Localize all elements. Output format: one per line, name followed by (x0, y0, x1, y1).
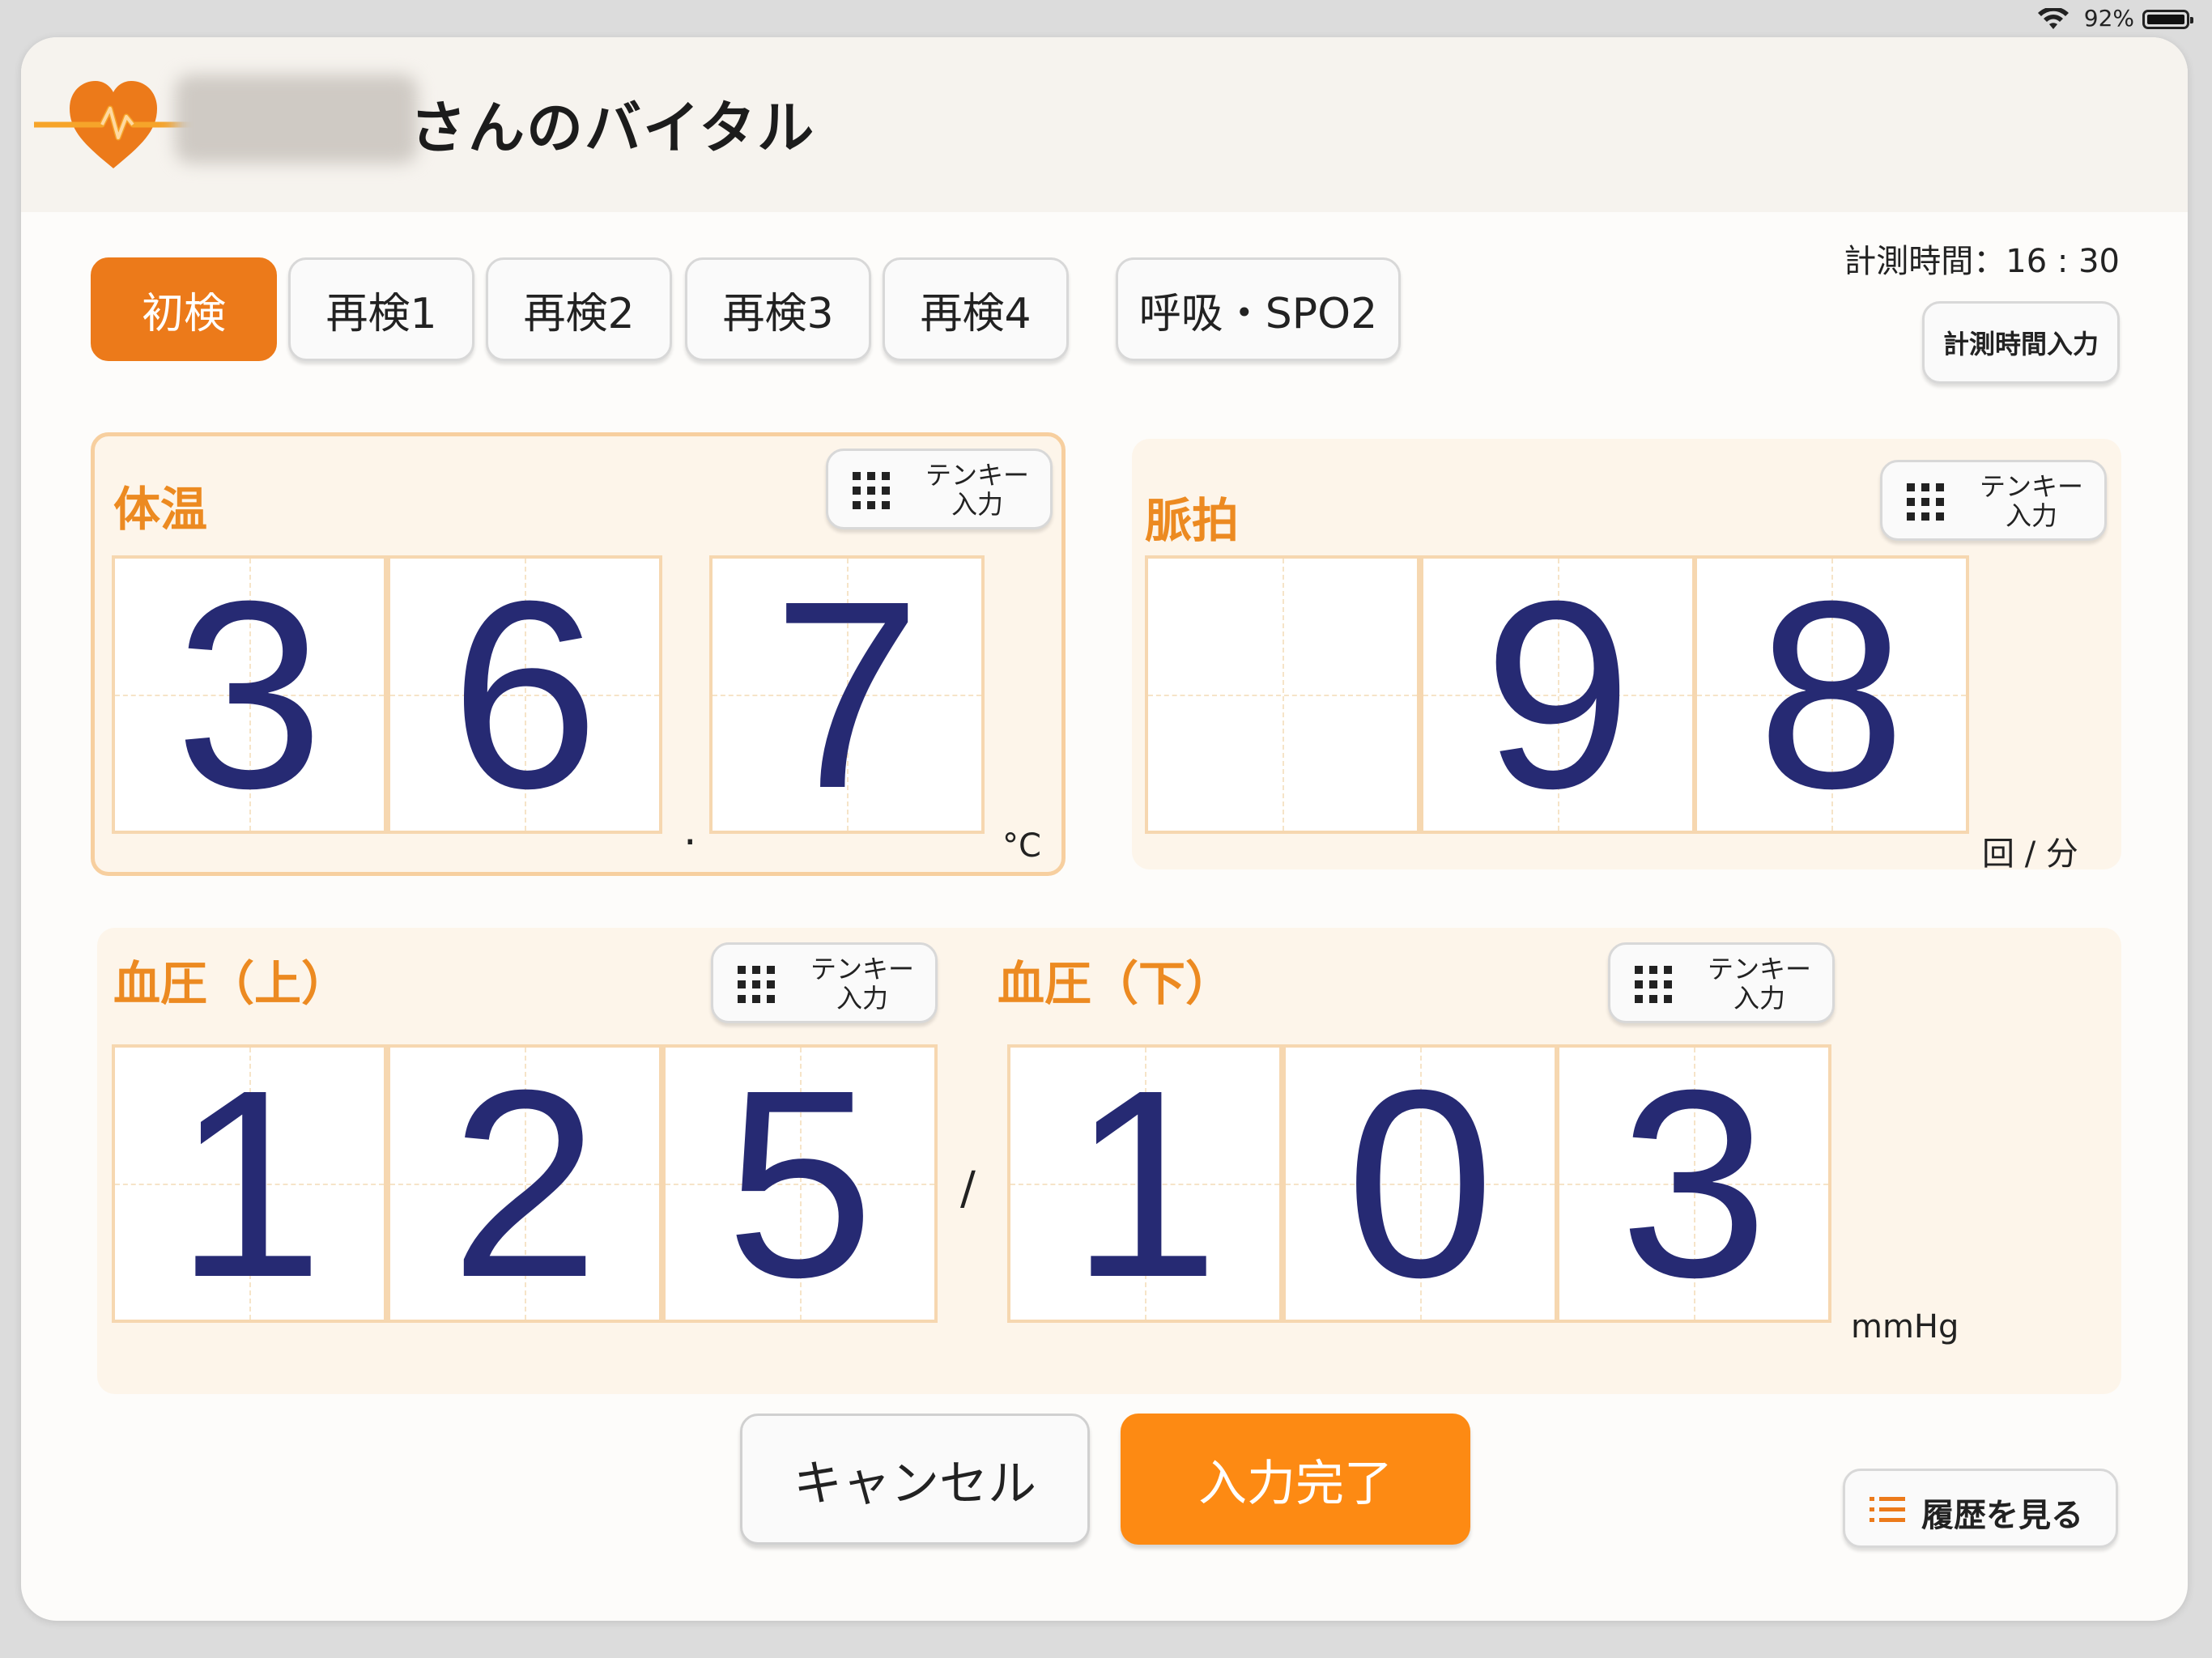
bp-upper-tenkey-button[interactable]: テンキー 入力 (711, 942, 938, 1023)
heart-pulse-icon (34, 81, 194, 168)
tab-recheck-3[interactable]: 再検3 (685, 257, 871, 361)
tab-recheck-2[interactable]: 再検2 (486, 257, 672, 361)
bp-upper-label: 血圧（上） (113, 956, 349, 1011)
bp-upper-digit-1[interactable]: 1 (112, 1044, 387, 1323)
keypad-icon (853, 472, 890, 509)
bp-lower-digit-3[interactable]: 3 (1556, 1044, 1831, 1323)
battery-icon (2142, 10, 2193, 29)
tenkey-label: テンキー 入力 (810, 954, 914, 1014)
bp-lower-label: 血圧（下） (998, 956, 1233, 1011)
tab-recheck-1[interactable]: 再検1 (288, 257, 474, 361)
pulse-digit-2[interactable]: 9 (1420, 555, 1695, 834)
tab-recheck-4[interactable]: 再検4 (883, 257, 1069, 361)
wifi-icon (2038, 8, 2069, 29)
patient-name-blurred (175, 74, 418, 164)
bp-upper-digit-2[interactable]: 2 (387, 1044, 662, 1323)
view-history-label: 履歴を見る (1921, 1497, 2083, 1534)
tab-respiration-spo2[interactable]: 呼吸・SPO2 (1116, 257, 1401, 361)
page-title: さんのバイタル (410, 95, 816, 161)
cancel-button[interactable]: キャンセル (740, 1414, 1090, 1545)
bp-lower-tenkey-button[interactable]: テンキー 入力 (1608, 942, 1835, 1023)
keypad-icon (1635, 966, 1672, 1003)
temperature-label: 体温 (113, 482, 208, 537)
tab-initial[interactable]: 初検 (91, 257, 277, 361)
list-icon (1870, 1497, 1905, 1522)
bp-upper-digit-3[interactable]: 5 (662, 1044, 938, 1323)
measurement-time-input-button[interactable]: 計測時間入力 (1922, 301, 2120, 384)
status-bar: 92% (0, 0, 2212, 37)
temperature-digit-1[interactable]: 3 (112, 555, 387, 834)
temperature-tenkey-button[interactable]: テンキー 入力 (826, 449, 1053, 529)
temperature-unit: °C (1002, 827, 1041, 865)
temperature-digit-2[interactable]: 6 (387, 555, 662, 834)
pulse-digit-3[interactable]: 8 (1694, 555, 1969, 834)
bp-unit: mmHg (1851, 1308, 1959, 1346)
tenkey-label: テンキー 入力 (1979, 471, 2083, 531)
tenkey-label: テンキー 入力 (1707, 954, 1811, 1014)
temperature-digit-3[interactable]: 7 (709, 555, 985, 834)
pulse-label: 脈拍 (1145, 493, 1240, 548)
keypad-icon (738, 966, 775, 1003)
tenkey-label: テンキー 入力 (925, 460, 1029, 520)
battery-percent: 92% (2083, 5, 2134, 32)
keypad-icon (1907, 483, 1944, 521)
bp-separator: / (960, 1163, 976, 1215)
pulse-unit: 回 / 分 (1982, 835, 2078, 873)
bp-lower-digit-2[interactable]: 0 (1283, 1044, 1558, 1323)
view-history-button[interactable]: 履歴を見る (1843, 1469, 2118, 1548)
pulse-tenkey-button[interactable]: テンキー 入力 (1880, 460, 2107, 541)
vital-modal: さんのバイタル 初検 再検1 再検2 再検3 再検4 呼吸・SPO2 計測時間：… (21, 37, 2188, 1621)
submit-button[interactable]: 入力完了 (1121, 1414, 1470, 1545)
decimal-point: . (683, 806, 697, 855)
pulse-digit-1[interactable] (1145, 555, 1420, 834)
bp-lower-digit-1[interactable]: 1 (1007, 1044, 1283, 1323)
modal-header: さんのバイタル (21, 37, 2188, 212)
measurement-time: 計測時間：16 : 30 (1844, 243, 2120, 280)
